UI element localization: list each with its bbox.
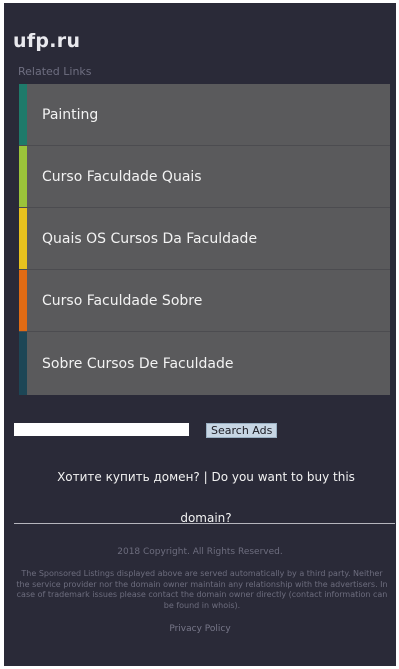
link-color-bar [19, 270, 27, 331]
link-color-bar [19, 332, 27, 395]
buy-domain-text[interactable]: Хотите купить домен? | Do you want to bu… [34, 470, 378, 484]
disclaimer-text: The Sponsored Listings displayed above a… [16, 569, 388, 610]
related-link-label: Sobre Cursos De Faculdade [42, 355, 234, 372]
link-color-bar [19, 146, 27, 207]
related-links-heading: Related Links [18, 65, 92, 78]
related-link-curso-faculdade-sobre[interactable]: Curso Faculdade Sobre [19, 270, 390, 332]
related-link-label: Quais OS Cursos Da Faculdade [42, 230, 258, 247]
search-ads-button[interactable]: Search Ads [206, 423, 278, 438]
link-color-bar [19, 208, 27, 269]
related-link-sobre-cursos[interactable]: Sobre Cursos De Faculdade [19, 332, 390, 395]
divider [14, 523, 395, 524]
privacy-policy-link[interactable]: Privacy Policy [4, 624, 396, 634]
copyright-text: 2018 Copyright. All Rights Reserved. [117, 547, 283, 557]
related-links-list: Painting Curso Faculdade Quais Quais OS … [19, 84, 390, 396]
related-link-curso-faculdade-quais[interactable]: Curso Faculdade Quais [19, 146, 390, 208]
site-title: ufp.ru [13, 30, 81, 52]
page-container: ufp.ru Related Links Painting Curso Facu… [4, 3, 396, 666]
link-color-bar [19, 84, 27, 145]
related-link-painting[interactable]: Painting [19, 84, 390, 146]
search-input[interactable] [14, 423, 189, 436]
related-link-label: Painting [42, 106, 99, 123]
related-link-label: Curso Faculdade Sobre [42, 292, 203, 309]
related-link-quais-os-cursos[interactable]: Quais OS Cursos Da Faculdade [19, 208, 390, 270]
related-link-label: Curso Faculdade Quais [42, 168, 202, 185]
